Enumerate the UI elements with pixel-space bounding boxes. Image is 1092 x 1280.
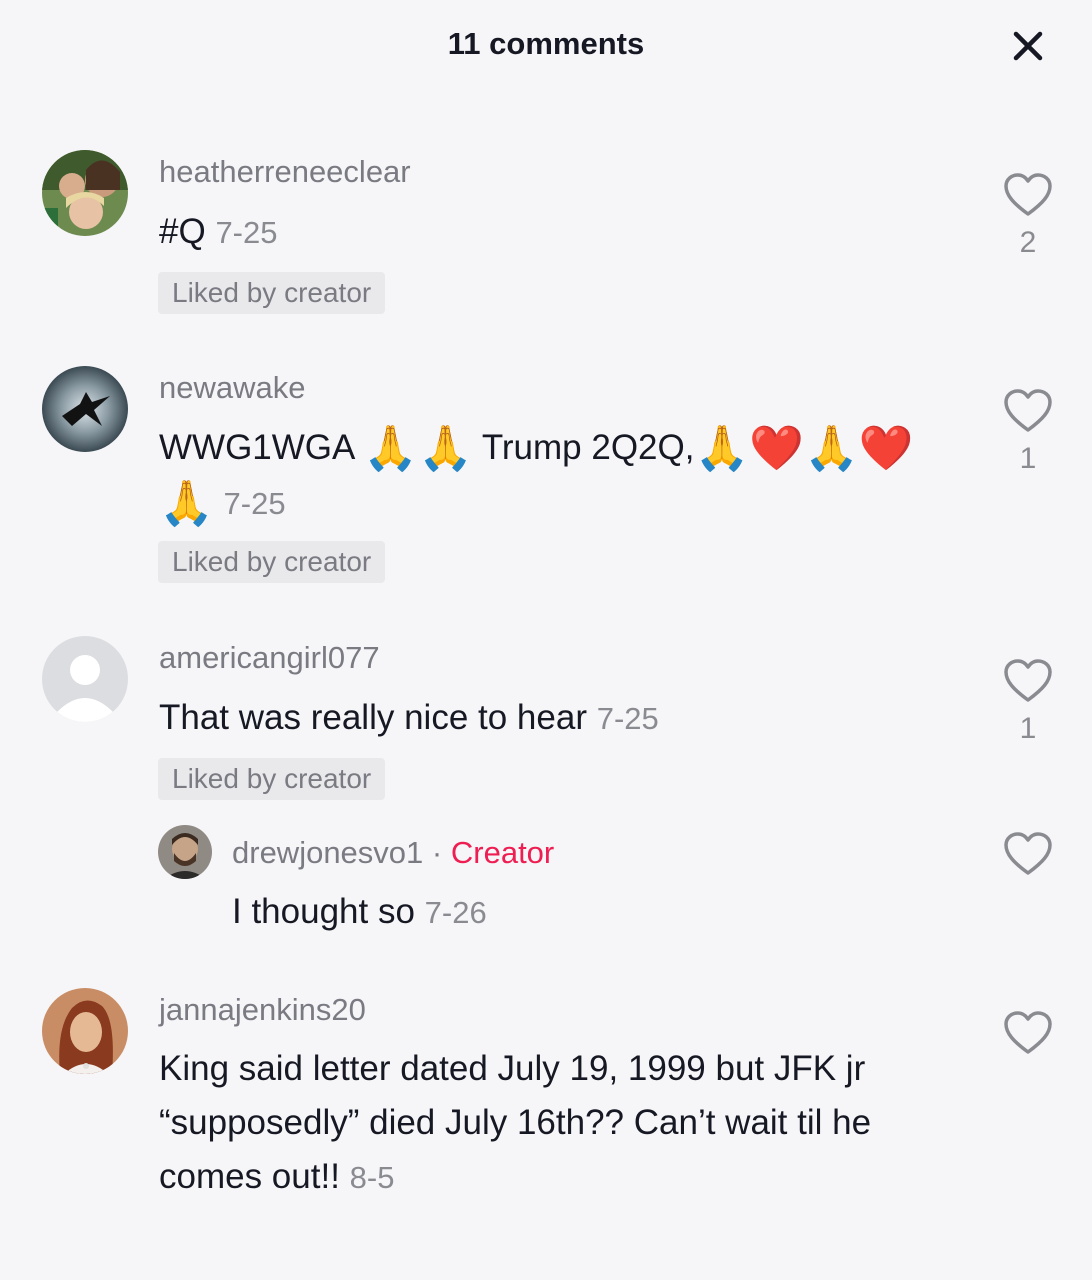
liked-by-creator-badge: Liked by creator — [158, 758, 386, 800]
comment-text: That was really nice to hear 7-25 — [159, 691, 959, 746]
emoji-prayer-hands: 🙏 — [159, 479, 214, 528]
liked-by-creator-badge: Liked by creator — [158, 541, 386, 583]
comment-date: 7-26 — [424, 895, 487, 930]
heart-icon[interactable] — [1003, 172, 1053, 218]
heart-icon[interactable] — [1003, 388, 1053, 434]
like-column: 1 — [1003, 388, 1053, 476]
separator-dot: · — [431, 835, 443, 870]
like-column — [1003, 831, 1053, 877]
comment-date: 7-25 — [223, 486, 286, 521]
comment-date: 8-5 — [349, 1160, 395, 1195]
heart-icon[interactable] — [1003, 658, 1053, 704]
comment-text: #Q 7-25 — [159, 205, 959, 260]
comment-text: King said letter dated July 19, 1999 but… — [159, 1042, 959, 1205]
comment-date: 7-25 — [215, 215, 278, 250]
like-column: 1 — [1003, 658, 1053, 746]
comment-body: #Q — [159, 212, 206, 251]
heart-icon[interactable] — [1003, 831, 1053, 877]
like-count: 1 — [1019, 712, 1037, 745]
user-avatar[interactable] — [158, 825, 212, 879]
comment-username[interactable]: jannajenkins20 — [159, 992, 366, 1028]
comment-body-part: WWG1WGA — [159, 428, 364, 467]
emoji-sequence: 🙏❤️🙏❤️ — [694, 424, 914, 473]
comments-header: 11 comments — [0, 0, 1092, 92]
comment-username[interactable]: drewjonesvo1 — [232, 835, 423, 870]
like-column — [1003, 1010, 1053, 1056]
like-count: 2 — [1019, 226, 1037, 259]
like-column: 2 — [1003, 172, 1053, 260]
comment-body: King said letter dated July 19, 1999 but… — [159, 1049, 872, 1196]
user-avatar[interactable] — [42, 150, 128, 236]
liked-by-creator-badge: Liked by creator — [158, 272, 386, 314]
comment-text: I thought so 7-26 — [232, 885, 1032, 940]
comment-text: WWG1WGA 🙏🙏 Trump 2Q2Q,🙏❤️🙏❤️ 🙏 7-25 — [159, 421, 959, 531]
comments-count-title: 11 comments — [447, 26, 645, 61]
reply-header: drewjonesvo1 · Creator — [232, 835, 554, 871]
close-icon[interactable] — [1008, 26, 1048, 66]
user-avatar[interactable] — [42, 988, 128, 1074]
comment-username[interactable]: americangirl077 — [159, 640, 380, 676]
comment-username[interactable]: newawake — [159, 370, 305, 406]
comment-body: That was really nice to hear — [159, 698, 587, 737]
comment-username[interactable]: heatherreneeclear — [159, 154, 411, 190]
emoji-prayer-hands: 🙏🙏 — [363, 424, 473, 473]
heart-icon[interactable] — [1003, 1010, 1053, 1056]
comment-body: I thought so — [232, 892, 415, 931]
creator-tag: Creator — [450, 835, 555, 870]
user-avatar[interactable] — [42, 636, 128, 722]
comments-sheet: 11 comments heatherreneeclear #Q 7-25 Li… — [0, 0, 1092, 1280]
comment-date: 7-25 — [596, 701, 659, 736]
like-count: 1 — [1019, 442, 1037, 475]
comment-body-part: Trump 2Q2Q, — [472, 428, 695, 467]
user-avatar[interactable] — [42, 366, 128, 452]
